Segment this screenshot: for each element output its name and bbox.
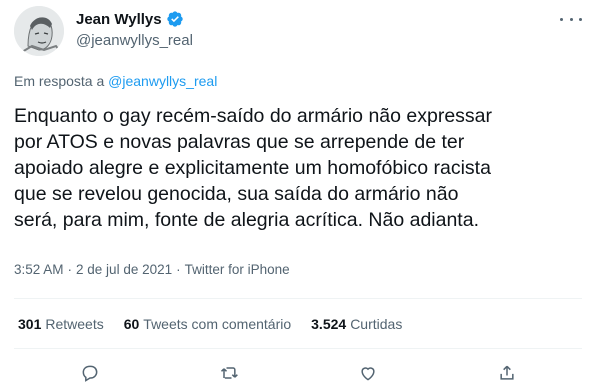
author-handle[interactable]: @jeanwyllys_real <box>76 32 193 49</box>
share-icon[interactable] <box>497 363 517 383</box>
likes-stat[interactable]: 3.524 Curtidas <box>311 316 402 332</box>
tweet-date[interactable]: 2 de jul de 2021 <box>76 262 172 277</box>
retweet-icon[interactable] <box>219 363 239 383</box>
tweet-source[interactable]: Twitter for iPhone <box>185 262 290 277</box>
reply-mention-link[interactable]: @jeanwyllys_real <box>108 73 217 89</box>
like-icon[interactable] <box>358 363 378 383</box>
tweet-text: Enquanto o gay recém-saído do armário nã… <box>14 105 493 231</box>
action-bar <box>0 358 596 388</box>
tweet-stats: 301 Retweets 60 Tweets com comentário 3.52… <box>18 316 402 332</box>
reply-prefix: Em resposta a <box>14 73 105 89</box>
divider <box>14 298 582 299</box>
quote-tweets-stat[interactable]: 60 Tweets com comentário <box>124 316 291 332</box>
author-name[interactable]: Jean Wyllys <box>76 11 162 28</box>
tweet-time[interactable]: 3:52 AM <box>14 262 64 277</box>
meta-separator: · <box>67 262 73 277</box>
reply-context: Em resposta a @jeanwyllys_real <box>14 73 217 89</box>
retweets-stat[interactable]: 301 Retweets <box>18 316 104 332</box>
divider <box>14 348 582 349</box>
reply-icon[interactable] <box>80 363 100 383</box>
verified-badge-icon <box>166 10 184 28</box>
tweet-meta: 3:52 AM · 2 de jul de 2021 · Twitter for… <box>14 262 290 277</box>
meta-separator: · <box>176 262 181 277</box>
avatar[interactable] <box>14 6 64 56</box>
more-options-icon[interactable] <box>560 12 582 26</box>
